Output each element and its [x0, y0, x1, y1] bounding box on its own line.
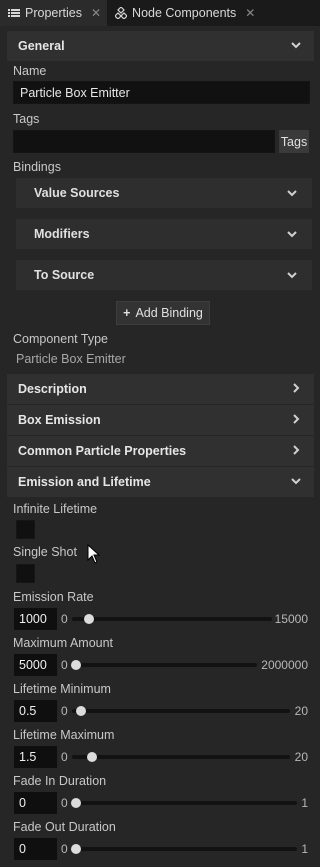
to-source-header[interactable]: To Source: [16, 260, 312, 290]
slider-thumb[interactable]: [71, 660, 82, 670]
slider-max-label: 20: [294, 704, 308, 718]
section-box-emission[interactable]: Box Emission: [7, 405, 314, 435]
to-source-label: To Source: [34, 268, 95, 282]
single-shot-label: Single Shot: [13, 545, 77, 559]
slider-min-label: 0: [61, 750, 68, 764]
tags-button[interactable]: Tags: [279, 130, 309, 153]
close-icon[interactable]: ✕: [91, 6, 101, 20]
slider-track[interactable]: [72, 617, 272, 621]
slider-track[interactable]: [72, 847, 297, 851]
slider-value-field[interactable]: 1.5: [14, 746, 57, 768]
component-type-value: Particle Box Emitter: [16, 352, 126, 366]
close-icon[interactable]: ✕: [245, 6, 255, 20]
modifiers-header[interactable]: Modifiers: [16, 219, 312, 249]
slider-thumb[interactable]: [87, 752, 98, 762]
chevron-down-icon: [287, 231, 297, 238]
chevron-down-icon: [287, 272, 297, 279]
slider-max-label: 2000000: [261, 658, 308, 672]
section-general-label: General: [18, 39, 65, 53]
component-type-label: Component Type: [13, 332, 108, 346]
infinite-lifetime-label: Infinite Lifetime: [13, 502, 98, 516]
tab-bar: Properties ✕ Node Components ✕: [0, 0, 320, 26]
value-sources-label: Value Sources: [34, 186, 120, 200]
section-general[interactable]: General: [7, 31, 314, 61]
add-binding-button[interactable]: + Add Binding: [116, 301, 210, 325]
slider-thumb[interactable]: [84, 614, 95, 624]
slider-track[interactable]: [72, 801, 297, 805]
slider-label: Fade Out Duration: [13, 820, 116, 834]
slider-max-label: 1: [301, 796, 308, 810]
slider-value-field[interactable]: 0.5: [14, 700, 57, 722]
slider-track[interactable]: [72, 709, 290, 713]
name-label: Name: [13, 64, 47, 78]
chevron-down-icon: [287, 190, 297, 197]
section-description[interactable]: Description: [7, 374, 314, 404]
chevron-right-icon: [293, 414, 300, 424]
chevron-down-icon: [291, 42, 301, 49]
components-icon: [115, 7, 128, 19]
slider-min-label: 0: [61, 704, 68, 718]
name-field[interactable]: Particle Box Emitter: [13, 81, 310, 104]
properties-panel: General Name Particle Box Emitter Tags T…: [0, 26, 320, 867]
chevron-down-icon: [291, 478, 301, 485]
slider-track[interactable]: [72, 755, 290, 759]
slider-value-field[interactable]: 0: [14, 838, 57, 860]
slider-label: Emission Rate: [13, 590, 94, 604]
slider-value-field[interactable]: 1000: [14, 608, 57, 630]
tab-node-components-label: Node Components: [132, 6, 237, 20]
slider-label: Maximum Amount: [13, 636, 114, 650]
section-emission-lifetime-label: Emission and Lifetime: [18, 475, 151, 489]
section-common-particle[interactable]: Common Particle Properties: [7, 436, 314, 466]
add-binding-label: Add Binding: [135, 306, 203, 320]
bindings-label: Bindings: [13, 160, 61, 174]
slider-max-label: 15000: [274, 612, 308, 626]
tags-label: Tags: [13, 112, 40, 126]
slider-track[interactable]: [72, 663, 257, 667]
slider-max-label: 20: [294, 750, 308, 764]
tab-properties-label: Properties: [25, 6, 82, 20]
plus-icon: +: [123, 306, 131, 320]
slider-thumb[interactable]: [71, 844, 81, 854]
modifiers-label: Modifiers: [34, 227, 90, 241]
slider-min-label: 0: [61, 796, 68, 810]
list-icon: [8, 9, 20, 17]
slider-thumb[interactable]: [71, 798, 81, 808]
tab-node-components[interactable]: Node Components ✕: [107, 0, 261, 26]
section-description-label: Description: [18, 382, 87, 396]
chevron-right-icon: [293, 383, 300, 393]
value-sources-header[interactable]: Value Sources: [16, 178, 312, 208]
section-common-particle-label: Common Particle Properties: [18, 444, 187, 458]
section-box-emission-label: Box Emission: [18, 413, 101, 427]
slider-min-label: 0: [61, 842, 68, 856]
slider-thumb[interactable]: [76, 706, 87, 716]
infinite-lifetime-checkbox[interactable]: [16, 520, 35, 539]
slider-label: Lifetime Minimum: [13, 682, 111, 696]
slider-value-field[interactable]: 5000: [14, 654, 57, 676]
chevron-right-icon: [293, 445, 300, 455]
tags-field[interactable]: [13, 130, 275, 153]
slider-label: Lifetime Maximum: [13, 728, 115, 742]
mouse-cursor-icon: [87, 544, 101, 564]
slider-value-field[interactable]: 0: [14, 792, 57, 814]
section-emission-lifetime[interactable]: Emission and Lifetime: [7, 467, 314, 497]
single-shot-checkbox[interactable]: [16, 564, 35, 583]
slider-label: Fade In Duration: [13, 774, 107, 788]
slider-min-label: 0: [61, 612, 68, 626]
tab-properties[interactable]: Properties ✕: [0, 0, 108, 26]
slider-max-label: 1: [301, 842, 308, 856]
slider-min-label: 0: [61, 658, 68, 672]
